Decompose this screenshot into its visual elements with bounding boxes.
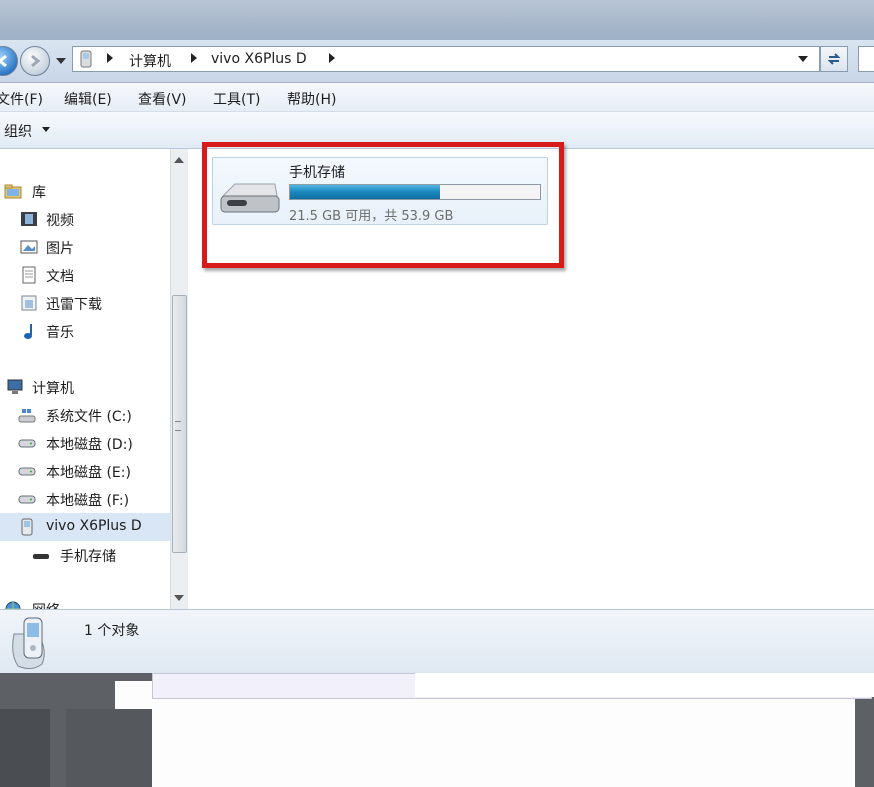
menu-file[interactable]: 文件(F) [0,89,43,109]
library-folder-icon [4,184,22,199]
phone-device-icon [12,617,45,670]
breadcrumb-separator-icon[interactable] [191,53,197,63]
refresh-icon [827,53,841,65]
chevron-down-icon[interactable] [42,127,50,132]
hard-drive-icon [18,467,36,476]
nav-network[interactable]: 网络 [0,597,170,609]
window-title-bar [0,0,874,40]
hard-drive-icon [18,495,36,504]
scroll-down-icon[interactable] [174,595,184,601]
forward-arrow-icon [31,54,41,68]
background-app-tile [0,709,50,787]
navigation-pane: 库 视频 图片 文档 迅雷下载 音乐 计算机 系统文件 (C:) 本地磁盘 (D… [0,149,170,609]
nav-pictures[interactable]: 图片 [0,235,170,259]
document-icon [22,266,36,284]
forward-button[interactable] [20,46,50,76]
back-arrow-icon [0,54,7,68]
nav-libraries[interactable]: 库 [0,179,170,203]
nav-drive-e[interactable]: 本地磁盘 (E:) [0,459,170,483]
breadcrumb-computer[interactable]: 计算机 [129,51,171,71]
details-pane: 1 个对象 [0,609,874,674]
address-field[interactable]: 计算机 vivo X6Plus D [72,46,820,72]
menu-view[interactable]: 查看(V) [138,89,187,109]
file-list-area: 手机存储 21.5 GB 可用，共 53.9 GB [188,142,874,609]
red-highlight-box [202,142,564,268]
menu-tools[interactable]: 工具(T) [213,89,260,109]
nav-drive-d[interactable]: 本地磁盘 (D:) [0,431,170,455]
network-icon [5,601,21,609]
phone-icon [21,518,33,536]
breadcrumb-device[interactable]: vivo X6Plus D [211,51,307,67]
grip-icon [175,421,181,431]
object-count: 1 个对象 [84,623,140,639]
scroll-up-icon[interactable] [174,157,184,163]
menu-bar: 文件(F) 编辑(E) 查看(V) 工具(T) 帮助(H) [0,83,874,112]
background-app-tile [66,709,152,787]
menu-help[interactable]: 帮助(H) [287,89,336,109]
search-input[interactable] [858,46,874,72]
breadcrumb-separator-icon[interactable] [107,53,113,63]
nav-xunlei-downloads[interactable]: 迅雷下载 [0,291,170,315]
nav-drive-c[interactable]: 系统文件 (C:) [0,403,170,427]
storage-icon [33,554,49,559]
nav-drive-f[interactable]: 本地磁盘 (F:) [0,487,170,511]
nav-computer[interactable]: 计算机 [0,375,170,399]
computer-icon [7,379,23,394]
nav-phone-storage[interactable]: 手机存储 [0,543,170,567]
nav-documents[interactable]: 文档 [0,263,170,287]
address-history-dropdown[interactable] [798,56,808,62]
menu-edit[interactable]: 编辑(E) [64,89,112,109]
video-icon [21,212,37,226]
organize-button[interactable]: 组织 [4,121,32,141]
device-icon [80,50,92,68]
breadcrumb-separator-icon[interactable] [329,53,335,63]
nav-pane-scrollbar[interactable] [170,149,188,609]
nav-videos[interactable]: 视频 [0,207,170,231]
background-strip [415,673,874,697]
nav-vivo-device[interactable]: vivo X6Plus D [0,513,170,541]
picture-icon [20,240,38,254]
refresh-button[interactable] [820,46,848,72]
recent-pages-dropdown[interactable] [56,58,66,64]
system-drive-icon [18,409,36,423]
hard-drive-icon [18,439,36,448]
back-button[interactable] [0,46,18,76]
music-note-icon [24,324,32,339]
download-folder-icon [21,295,37,311]
background-desktop [0,673,874,787]
nav-music[interactable]: 音乐 [0,319,170,343]
